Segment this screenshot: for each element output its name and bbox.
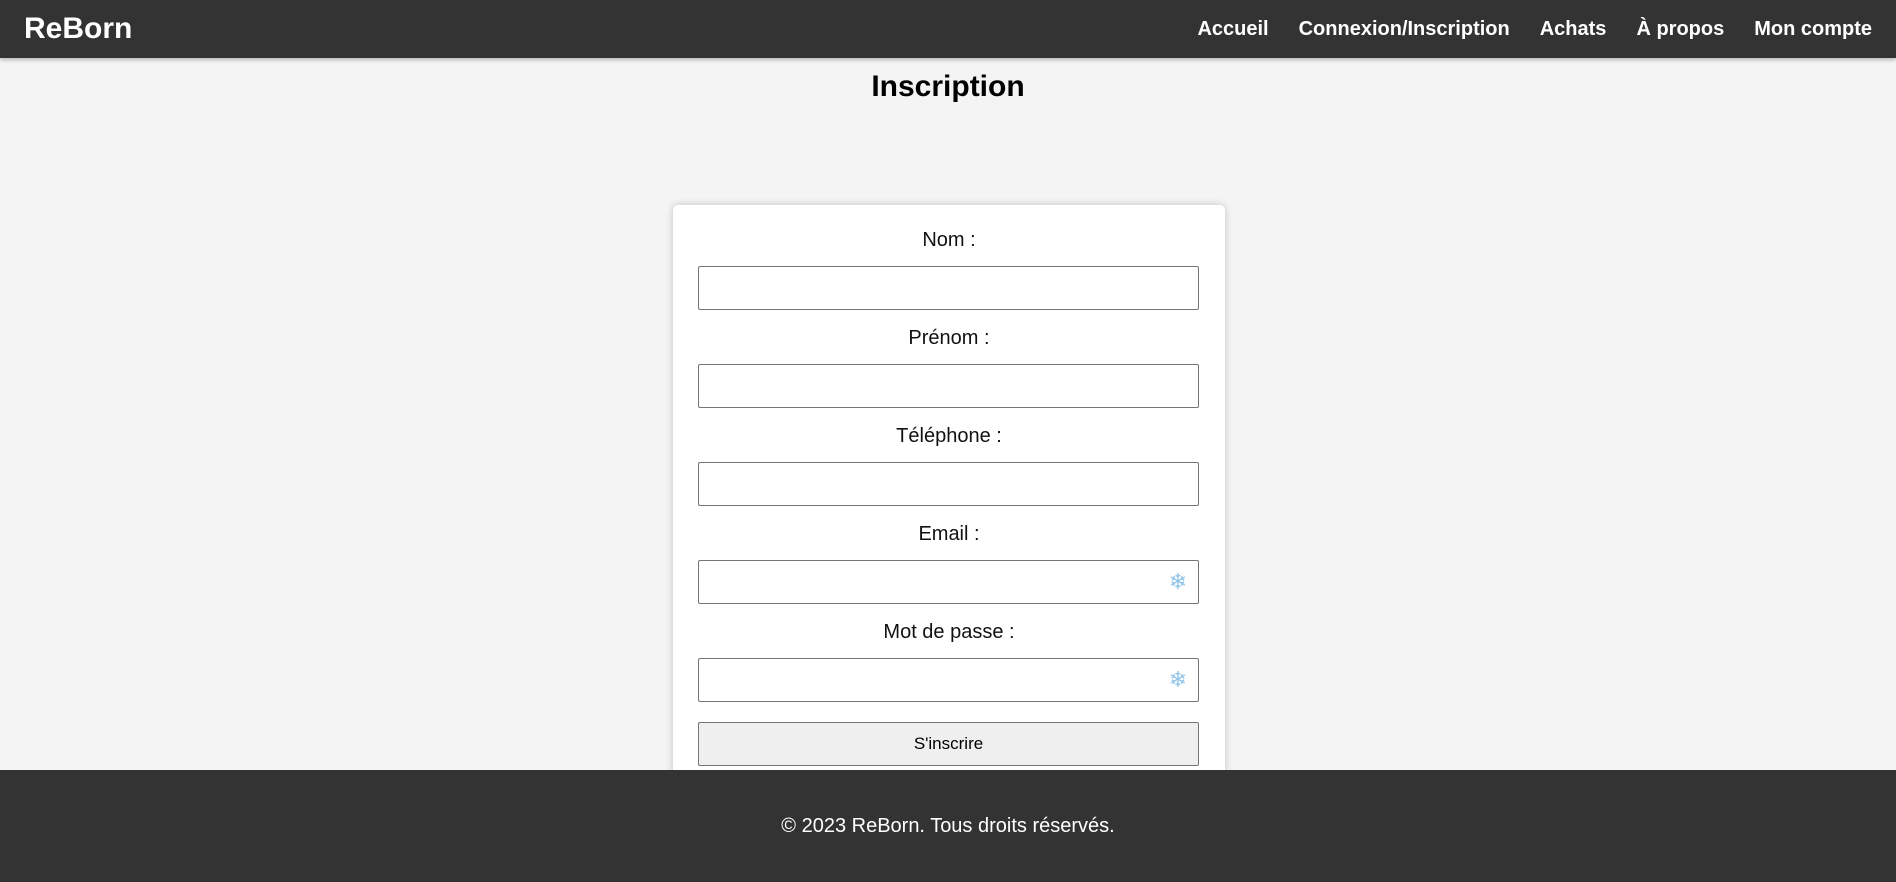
email-input[interactable] <box>698 560 1199 604</box>
signup-submit-button[interactable]: S'inscrire <box>698 722 1199 766</box>
nom-input[interactable] <box>698 266 1199 310</box>
prenom-label: Prénom : <box>908 327 990 349</box>
password-label: Mot de passe : <box>883 621 1015 643</box>
site-header: ReBorn Accueil Connexion/Inscription Ach… <box>0 0 1896 58</box>
main-nav: Accueil Connexion/Inscription Achats À p… <box>1167 0 1872 58</box>
password-input[interactable] <box>698 658 1199 702</box>
signup-form: Nom : Prénom : Téléphone : Email : ❄ Mot… <box>673 205 1225 795</box>
nav-link-connexion-inscription[interactable]: Connexion/Inscription <box>1299 18 1510 41</box>
nav-link-a-propos[interactable]: À propos <box>1636 18 1724 41</box>
autofill-key-icon[interactable]: ❄ <box>1166 570 1190 594</box>
autofill-key-icon[interactable]: ❄ <box>1166 668 1190 692</box>
site-footer: © 2023 ReBorn. Tous droits réservés. <box>0 770 1896 882</box>
page-title: Inscription <box>871 70 1025 103</box>
nav-link-mon-compte[interactable]: Mon compte <box>1754 18 1872 41</box>
footer-copyright: © 2023 ReBorn. Tous droits réservés. <box>781 814 1115 837</box>
telephone-label: Téléphone : <box>896 425 1002 447</box>
nav-link-accueil[interactable]: Accueil <box>1197 18 1268 41</box>
email-label: Email : <box>918 523 980 545</box>
nom-label: Nom : <box>922 229 976 251</box>
site-logo[interactable]: ReBorn <box>24 12 132 46</box>
nav-link-achats[interactable]: Achats <box>1540 18 1607 41</box>
telephone-input[interactable] <box>698 462 1199 506</box>
prenom-input[interactable] <box>698 364 1199 408</box>
